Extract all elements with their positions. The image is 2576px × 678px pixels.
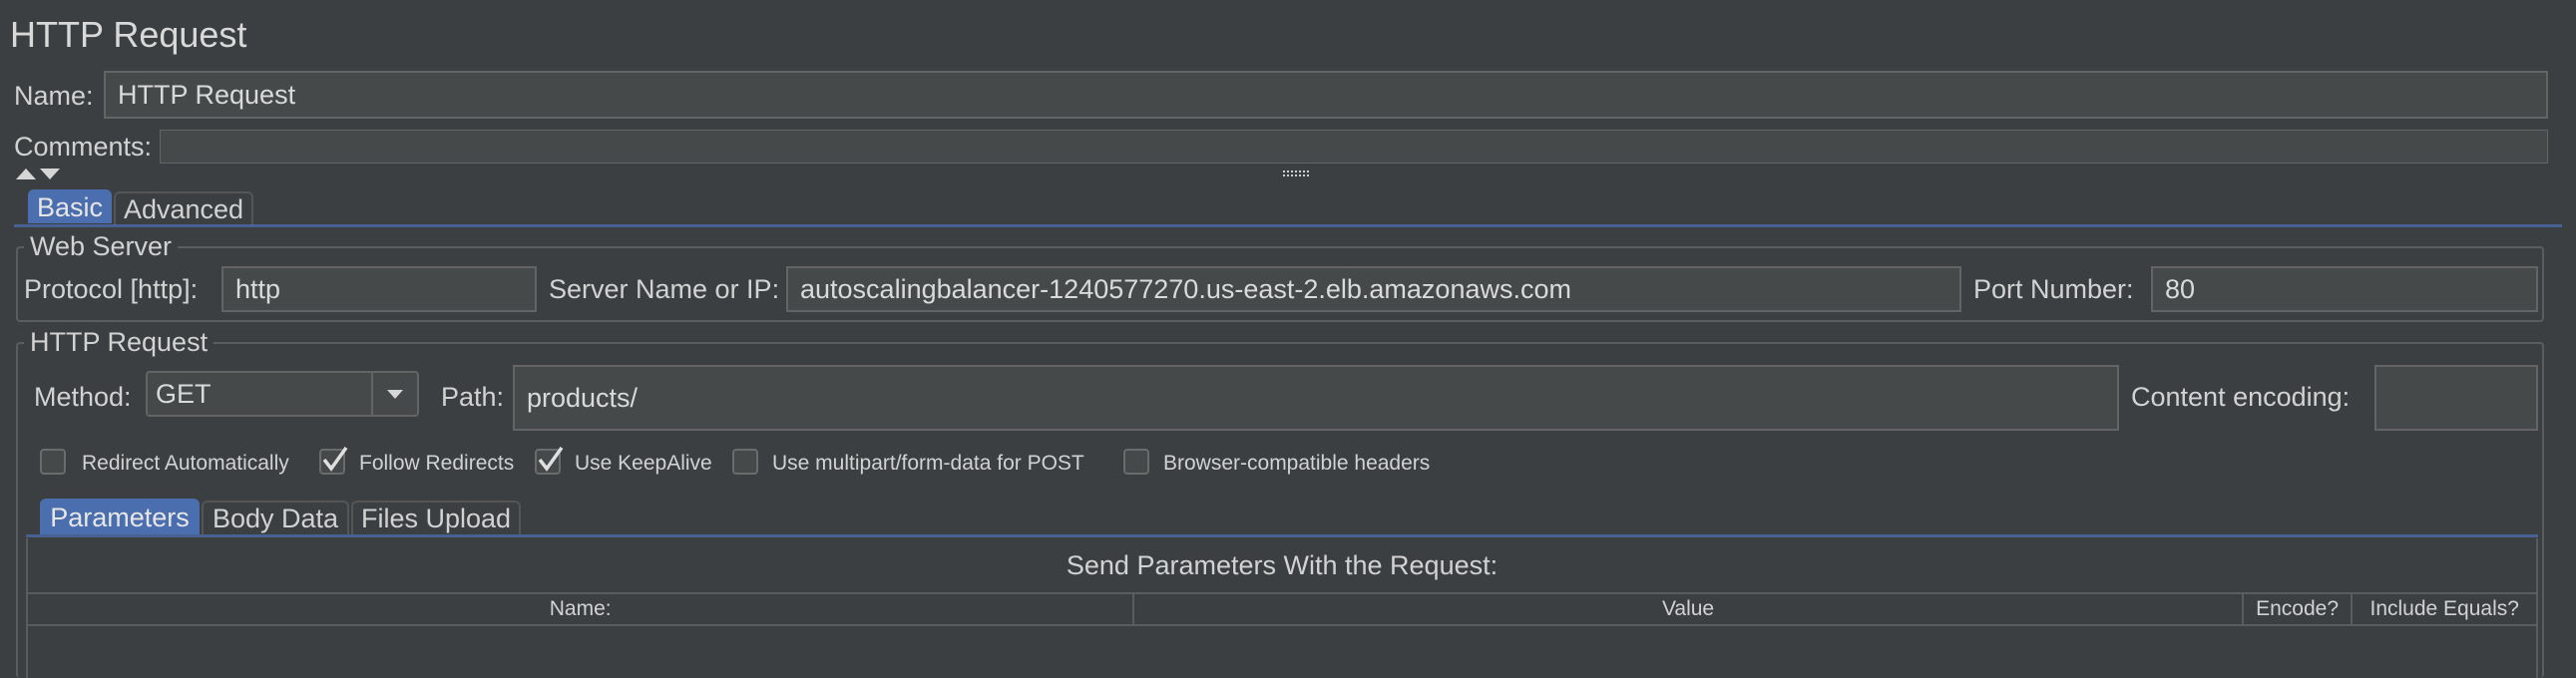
column-header-name[interactable]: Name:: [28, 594, 1135, 624]
browser-compatible-headers-label: Browser-compatible headers: [1163, 452, 1431, 475]
redirect-automatically-label: Redirect Automatically: [82, 452, 289, 475]
comments-input[interactable]: [160, 130, 2548, 164]
server-name-label: Server Name or IP:: [549, 274, 780, 304]
chevron-down-icon: [387, 390, 403, 399]
content-encoding-label: Content encoding:: [2131, 382, 2351, 412]
collapse-expand-arrows[interactable]: [14, 166, 62, 181]
param-tabbar-divider: [26, 534, 2538, 537]
use-keepalive-label: Use KeepAlive: [575, 452, 712, 475]
http-request-group-title: HTTP Request: [24, 329, 215, 356]
follow-redirects-label: Follow Redirects: [359, 452, 515, 475]
port-number-label: Port Number:: [1973, 274, 2134, 304]
tab-advanced[interactable]: Advanced: [114, 191, 253, 225]
tab-parameters[interactable]: Parameters: [40, 499, 200, 534]
comments-label: Comments:: [14, 132, 153, 162]
redirect-automatically-checkbox[interactable]: [40, 449, 66, 475]
checkmark-icon: [322, 446, 348, 472]
name-label: Name:: [14, 81, 94, 111]
follow-redirects-checkbox[interactable]: [319, 446, 348, 475]
path-label: Path:: [441, 382, 505, 412]
collapse-arrows-icon: [16, 169, 60, 179]
protocol-input[interactable]: http: [221, 266, 537, 312]
path-input[interactable]: products/: [513, 365, 2119, 431]
browser-compatible-headers-checkbox[interactable]: [1123, 449, 1149, 475]
use-keepalive-checkbox[interactable]: [535, 446, 564, 475]
tab-files-upload[interactable]: Files Upload: [351, 501, 521, 534]
main-tabbar-divider: [14, 224, 2562, 227]
http-request-panel: HTTP Request Name: HTTP Request Comments…: [0, 0, 2576, 678]
parameters-caption: Send Parameters With the Request:: [1066, 550, 1499, 580]
protocol-label: Protocol [http]:: [24, 274, 199, 304]
method-label: Method:: [34, 382, 132, 412]
tab-basic[interactable]: Basic: [28, 189, 112, 223]
port-number-input[interactable]: 80: [2151, 266, 2538, 312]
use-multipart-checkbox[interactable]: [732, 449, 758, 475]
web-server-group-title: Web Server: [24, 233, 179, 260]
use-multipart-label: Use multipart/form-data for POST: [772, 452, 1084, 475]
method-dropdown-button[interactable]: [371, 373, 417, 415]
splitter-grip-icon[interactable]: [1281, 168, 1313, 179]
name-input[interactable]: HTTP Request: [104, 71, 2548, 119]
method-select[interactable]: GET: [146, 371, 419, 417]
content-encoding-input[interactable]: [2374, 365, 2538, 431]
column-header-encode[interactable]: Encode?: [2244, 594, 2354, 624]
parameters-table-body[interactable]: [28, 628, 2536, 678]
column-header-value[interactable]: Value: [1134, 594, 2244, 624]
checkmark-icon: [538, 446, 564, 472]
tab-body-data[interactable]: Body Data: [202, 501, 349, 534]
server-name-input[interactable]: autoscalingbalancer-1240577270.us-east-2…: [786, 266, 1961, 312]
column-header-include-equals[interactable]: Include Equals?: [2353, 594, 2536, 624]
parameters-table-header: Name: Value Encode? Include Equals?: [28, 592, 2536, 626]
page-title: HTTP Request: [10, 14, 247, 55]
method-select-value: GET: [156, 378, 212, 409]
